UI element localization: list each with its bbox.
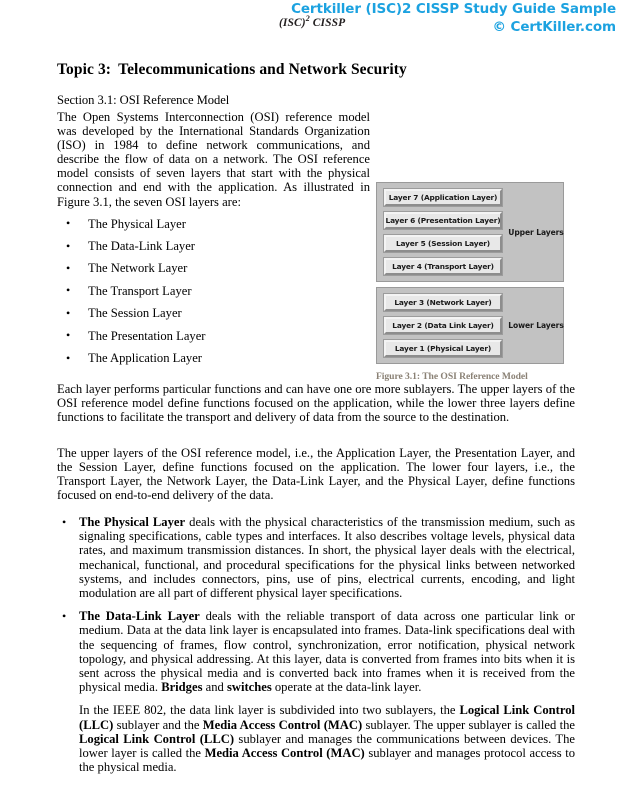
isc2-brand-tail: CISSP <box>309 16 346 29</box>
ieee-bold-mac-2: Media Access Control (MAC) <box>204 746 365 761</box>
layer-box-7: Layer 7 (Application Layer) <box>383 188 503 207</box>
topic-number: Topic 3: <box>57 61 112 78</box>
list-item-label: The Session Layer <box>88 306 182 321</box>
list-item-label: The Network Layer <box>88 261 188 276</box>
layer-box-4: Layer 4 (Transport Layer) <box>383 257 503 276</box>
bullet-icon: • <box>66 260 71 275</box>
paragraph-upper-lower-layers: The upper layers of the OSI reference mo… <box>57 445 575 503</box>
header-title-line: Certkiller (ISC)2 CISSP Study Guide Samp… <box>291 1 616 17</box>
upper-layers-text: Upper Layers <box>508 227 564 237</box>
ieee-text-3: sublayer. The upper sublayer is called t… <box>362 717 575 732</box>
layer-box-4-label: Layer 4 (Transport Layer) <box>392 262 494 271</box>
list-item: • The Physical Layer <box>57 216 370 231</box>
bullet-icon: • <box>66 238 71 253</box>
body-content: Each layer performs particular functions… <box>57 382 575 774</box>
header-copyright-line: © CertKiller.com <box>492 19 617 35</box>
document-page: Topic 3: Telecommunications and Network S… <box>0 40 624 787</box>
layer-box-3: Layer 3 (Network Layer) <box>383 293 503 312</box>
layer-box-1: Layer 1 (Physical Layer) <box>383 339 503 358</box>
layer-box-5-label: Layer 5 (Session Layer) <box>395 239 491 248</box>
list-item: • The Session Layer <box>57 305 370 321</box>
layer-box-3-label: Layer 3 (Network Layer) <box>394 298 492 307</box>
layer-box-1-label: Layer 1 (Physical Layer) <box>394 344 492 353</box>
layer-box-2: Layer 2 (Data Link Layer) <box>383 316 503 335</box>
physical-layer-lead: The Physical Layer <box>79 515 186 530</box>
upper-layers-group: Layer 7 (Application Layer) Layer 6 (Pre… <box>376 182 564 282</box>
list-item: • The Network Layer <box>57 260 370 276</box>
lower-layer-boxes: Layer 3 (Network Layer) Layer 2 (Data Li… <box>383 293 503 358</box>
ieee-text-1: In the IEEE 802, the data link layer is … <box>79 703 460 718</box>
bullet-icon: • <box>62 514 67 529</box>
layer-description-list: • The Physical Layer deals with the physi… <box>57 514 575 695</box>
datalink-layer-body-3: operate at the data-link layer. <box>271 680 422 695</box>
figure-caption: Figure 3.1: The OSI Reference Model <box>376 371 528 382</box>
intro-block: The Open Systems Interconnection (OSI) r… <box>0 110 624 382</box>
lower-layers-group: Layer 3 (Network Layer) Layer 2 (Data Li… <box>376 287 564 364</box>
lower-layers-text: Lower Layers <box>508 321 564 330</box>
layer-box-6: Layer 6 (Presentation Layer) <box>383 211 503 230</box>
layer-box-6-label: Layer 6 (Presentation Layer) <box>385 216 501 225</box>
list-item-label: The Physical Layer <box>88 216 186 231</box>
datalink-bold-switches: switches <box>226 680 272 695</box>
ieee-bold-llc-2: Logical Link Control (LLC) <box>79 731 235 746</box>
page-title: Topic 3: Telecommunications and Network S… <box>57 61 624 79</box>
bullet-icon: • <box>66 305 71 320</box>
list-item-label: The Transport Layer <box>88 283 192 298</box>
list-item-label: The Application Layer <box>88 351 203 365</box>
list-item: • The Data-Link Layer <box>57 238 370 254</box>
isc2-brand-text: (ISC) <box>279 16 306 29</box>
osi-layer-list: • The Physical Layer • The Data-Link Layer… <box>57 216 370 366</box>
list-item: • The Presentation Layer <box>57 328 370 343</box>
list-item-label: The Data-Link Layer <box>88 239 195 254</box>
list-item: • The Application Layer <box>57 350 370 366</box>
datalink-bold-bridges: Bridges <box>161 680 203 695</box>
physical-layer-bullet: • The Physical Layer deals with the physi… <box>57 514 575 601</box>
intro-paragraph: The Open Systems Interconnection (OSI) r… <box>57 110 370 209</box>
bullet-icon: • <box>66 283 71 298</box>
ieee-text-2: sublayer and the <box>113 717 203 732</box>
bullet-icon: • <box>62 608 67 623</box>
upper-layers-bracket-label: Upper Layers <box>507 183 565 281</box>
lower-layers-bracket-label: Lower Layers <box>507 288 565 363</box>
layer-box-2-label: Layer 2 (Data Link Layer) <box>392 321 494 330</box>
ieee-bold-mac-1: Media Access Control (MAC) <box>202 717 363 732</box>
paragraph-ieee-802: In the IEEE 802, the data link layer is … <box>79 703 575 774</box>
page-header: (ISC)2 CISSP Certkiller (ISC)2 CISSP Stu… <box>0 0 624 40</box>
topic-title-text: Telecommunications and Network Security <box>118 61 407 78</box>
bullet-icon: • <box>66 350 71 365</box>
upper-layer-boxes: Layer 7 (Application Layer) Layer 6 (Pre… <box>383 188 503 276</box>
datalink-layer-lead: The Data-Link Layer <box>79 609 200 624</box>
list-item: • The Transport Layer <box>57 283 370 298</box>
section-heading: Section 3.1: OSI Reference Model <box>57 93 230 107</box>
datalink-layer-bullet: • The Data-Link Layer deals with the reli… <box>57 608 575 695</box>
paragraph-each-layer: Each layer performs particular functions… <box>57 382 575 425</box>
layer-box-5: Layer 5 (Session Layer) <box>383 234 503 253</box>
bullet-icon: • <box>66 328 71 343</box>
osi-reference-model-figure: Layer 7 (Application Layer) Layer 6 (Pre… <box>376 182 564 382</box>
datalink-layer-body-2: and <box>202 680 227 695</box>
list-item-label: The Presentation Layer <box>88 328 206 343</box>
layer-box-7-label: Layer 7 (Application Layer) <box>388 193 498 202</box>
bullet-icon: • <box>66 216 71 231</box>
